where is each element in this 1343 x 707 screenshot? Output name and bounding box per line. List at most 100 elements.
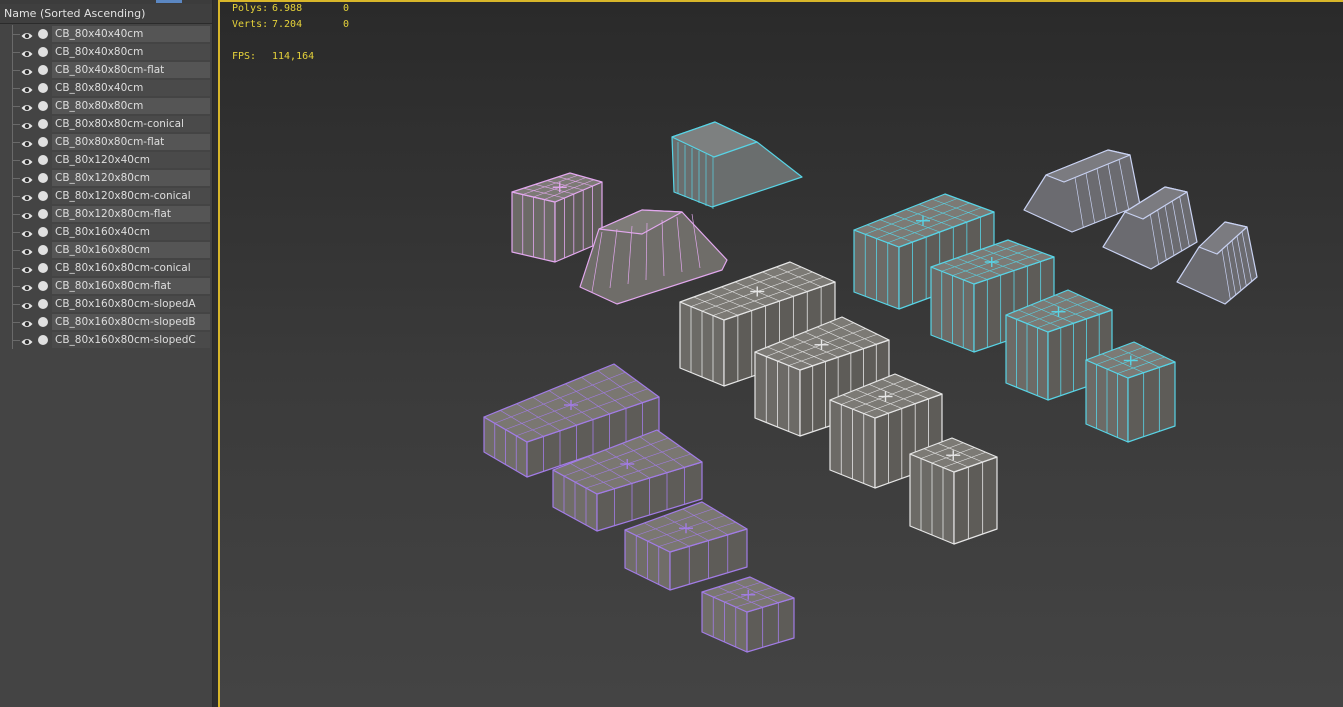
tree-branch — [12, 88, 20, 89]
render-dot-icon[interactable] — [38, 65, 48, 75]
object-name[interactable]: CB_80x160x80cm — [52, 242, 210, 258]
eye-icon[interactable] — [21, 191, 33, 201]
render-dot-icon[interactable] — [38, 101, 48, 111]
eye-icon[interactable] — [21, 101, 33, 111]
scene-explorer-panel: Name (Sorted Ascending) CB_80x40x40cm CB_… — [0, 0, 213, 707]
eye-icon[interactable] — [21, 209, 33, 219]
scene-blocks — [483, 121, 1258, 653]
object-name[interactable]: CB_80x40x80cm — [52, 44, 210, 60]
object-name[interactable]: CB_80x160x80cm-slopedC — [52, 332, 210, 348]
toolbar-active-tab[interactable] — [156, 0, 182, 3]
tree-branch — [12, 178, 20, 179]
tree-branch — [12, 106, 20, 107]
object-name[interactable]: CB_80x160x80cm-flat — [52, 278, 210, 294]
object-name[interactable]: CB_80x120x80cm-conical — [52, 188, 210, 204]
list-item[interactable]: CB_80x40x40cm — [0, 25, 212, 43]
object-name[interactable]: CB_80x40x40cm — [52, 26, 210, 42]
block-mid-4[interactable] — [909, 437, 998, 545]
eye-icon[interactable] — [21, 119, 33, 129]
list-item[interactable]: CB_80x160x80cm-slopedB — [0, 313, 212, 331]
tree-branch — [12, 286, 20, 287]
object-name[interactable]: CB_80x80x80cm-conical — [52, 116, 210, 132]
render-dot-icon[interactable] — [38, 299, 48, 309]
tree-branch — [12, 124, 20, 125]
column-header-name[interactable]: Name (Sorted Ascending) — [0, 4, 212, 24]
tree-branch — [12, 322, 20, 323]
list-item[interactable]: CB_80x120x80cm — [0, 169, 212, 187]
object-name[interactable]: CB_80x160x80cm-slopedB — [52, 314, 210, 330]
render-dot-icon[interactable] — [38, 191, 48, 201]
list-item[interactable]: CB_80x40x80cm-flat — [0, 61, 212, 79]
eye-icon[interactable] — [21, 83, 33, 93]
render-dot-icon[interactable] — [38, 263, 48, 273]
list-item[interactable]: CB_80x160x80cm-slopedC — [0, 331, 212, 349]
object-name[interactable]: CB_80x120x40cm — [52, 152, 210, 168]
eye-icon[interactable] — [21, 137, 33, 147]
render-dot-icon[interactable] — [38, 317, 48, 327]
list-item[interactable]: CB_80x80x80cm-flat — [0, 133, 212, 151]
tree-branch — [12, 52, 20, 53]
tree-branch — [12, 232, 20, 233]
list-item[interactable]: CB_80x80x40cm — [0, 79, 212, 97]
slab-purple-4[interactable] — [701, 576, 795, 653]
eye-icon[interactable] — [21, 263, 33, 273]
render-dot-icon[interactable] — [38, 281, 48, 291]
render-dot-icon[interactable] — [38, 29, 48, 39]
block-pink-1[interactable] — [511, 172, 603, 263]
list-item[interactable]: CB_80x160x80cm-slopedA — [0, 295, 212, 313]
object-name[interactable]: CB_80x40x80cm-flat — [52, 62, 210, 78]
list-item[interactable]: CB_80x80x80cm — [0, 97, 212, 115]
object-name[interactable]: CB_80x80x80cm-flat — [52, 134, 210, 150]
block-cyan-4[interactable] — [1085, 341, 1176, 443]
list-item[interactable]: CB_80x40x80cm — [0, 43, 212, 61]
tree-branch — [12, 340, 20, 341]
perspective-viewport[interactable]: Polys: 6.988 0 Verts: 7.204 0 FPS: 114,1… — [218, 0, 1343, 707]
list-item[interactable]: CB_80x120x80cm-flat — [0, 205, 212, 223]
render-dot-icon[interactable] — [38, 245, 48, 255]
object-name[interactable]: CB_80x80x40cm — [52, 80, 210, 96]
render-dot-icon[interactable] — [38, 83, 48, 93]
list-item[interactable]: CB_80x160x80cm — [0, 241, 212, 259]
eye-icon[interactable] — [21, 335, 33, 345]
render-dot-icon[interactable] — [38, 119, 48, 129]
tree-branch — [12, 160, 20, 161]
eye-icon[interactable] — [21, 29, 33, 39]
tree-branch — [12, 268, 20, 269]
eye-icon[interactable] — [21, 299, 33, 309]
object-list: CB_80x40x40cm CB_80x40x80cm CB_80x40x80cm-… — [0, 25, 212, 349]
render-dot-icon[interactable] — [38, 155, 48, 165]
render-dot-icon[interactable] — [38, 47, 48, 57]
tree-branch — [12, 70, 20, 71]
render-dot-icon[interactable] — [38, 173, 48, 183]
eye-icon[interactable] — [21, 47, 33, 57]
object-name[interactable]: CB_80x80x80cm — [52, 98, 210, 114]
object-name[interactable]: CB_80x160x40cm — [52, 224, 210, 240]
object-name[interactable]: CB_80x120x80cm-flat — [52, 206, 210, 222]
tree-branch — [12, 250, 20, 251]
render-dot-icon[interactable] — [38, 335, 48, 345]
eye-icon[interactable] — [21, 317, 33, 327]
object-name[interactable]: CB_80x120x80cm — [52, 170, 210, 186]
object-name[interactable]: CB_80x160x80cm-slopedA — [52, 296, 210, 312]
eye-icon[interactable] — [21, 65, 33, 75]
eye-icon[interactable] — [21, 281, 33, 291]
render-dot-icon[interactable] — [38, 137, 48, 147]
list-item[interactable]: CB_80x160x80cm-flat — [0, 277, 212, 295]
list-item[interactable]: CB_80x160x80cm-conical — [0, 259, 212, 277]
tree-branch — [12, 142, 20, 143]
object-name[interactable]: CB_80x160x80cm-conical — [52, 260, 210, 276]
eye-icon[interactable] — [21, 227, 33, 237]
tree-branch — [12, 304, 20, 305]
tree-branch — [12, 214, 20, 215]
list-item[interactable]: CB_80x160x40cm — [0, 223, 212, 241]
eye-icon[interactable] — [21, 173, 33, 183]
eye-icon[interactable] — [21, 155, 33, 165]
tree-branch — [12, 34, 20, 35]
list-item[interactable]: CB_80x80x80cm-conical — [0, 115, 212, 133]
list-item[interactable]: CB_80x120x80cm-conical — [0, 187, 212, 205]
tree-branch — [12, 196, 20, 197]
render-dot-icon[interactable] — [38, 227, 48, 237]
list-item[interactable]: CB_80x120x40cm — [0, 151, 212, 169]
render-dot-icon[interactable] — [38, 209, 48, 219]
eye-icon[interactable] — [21, 245, 33, 255]
